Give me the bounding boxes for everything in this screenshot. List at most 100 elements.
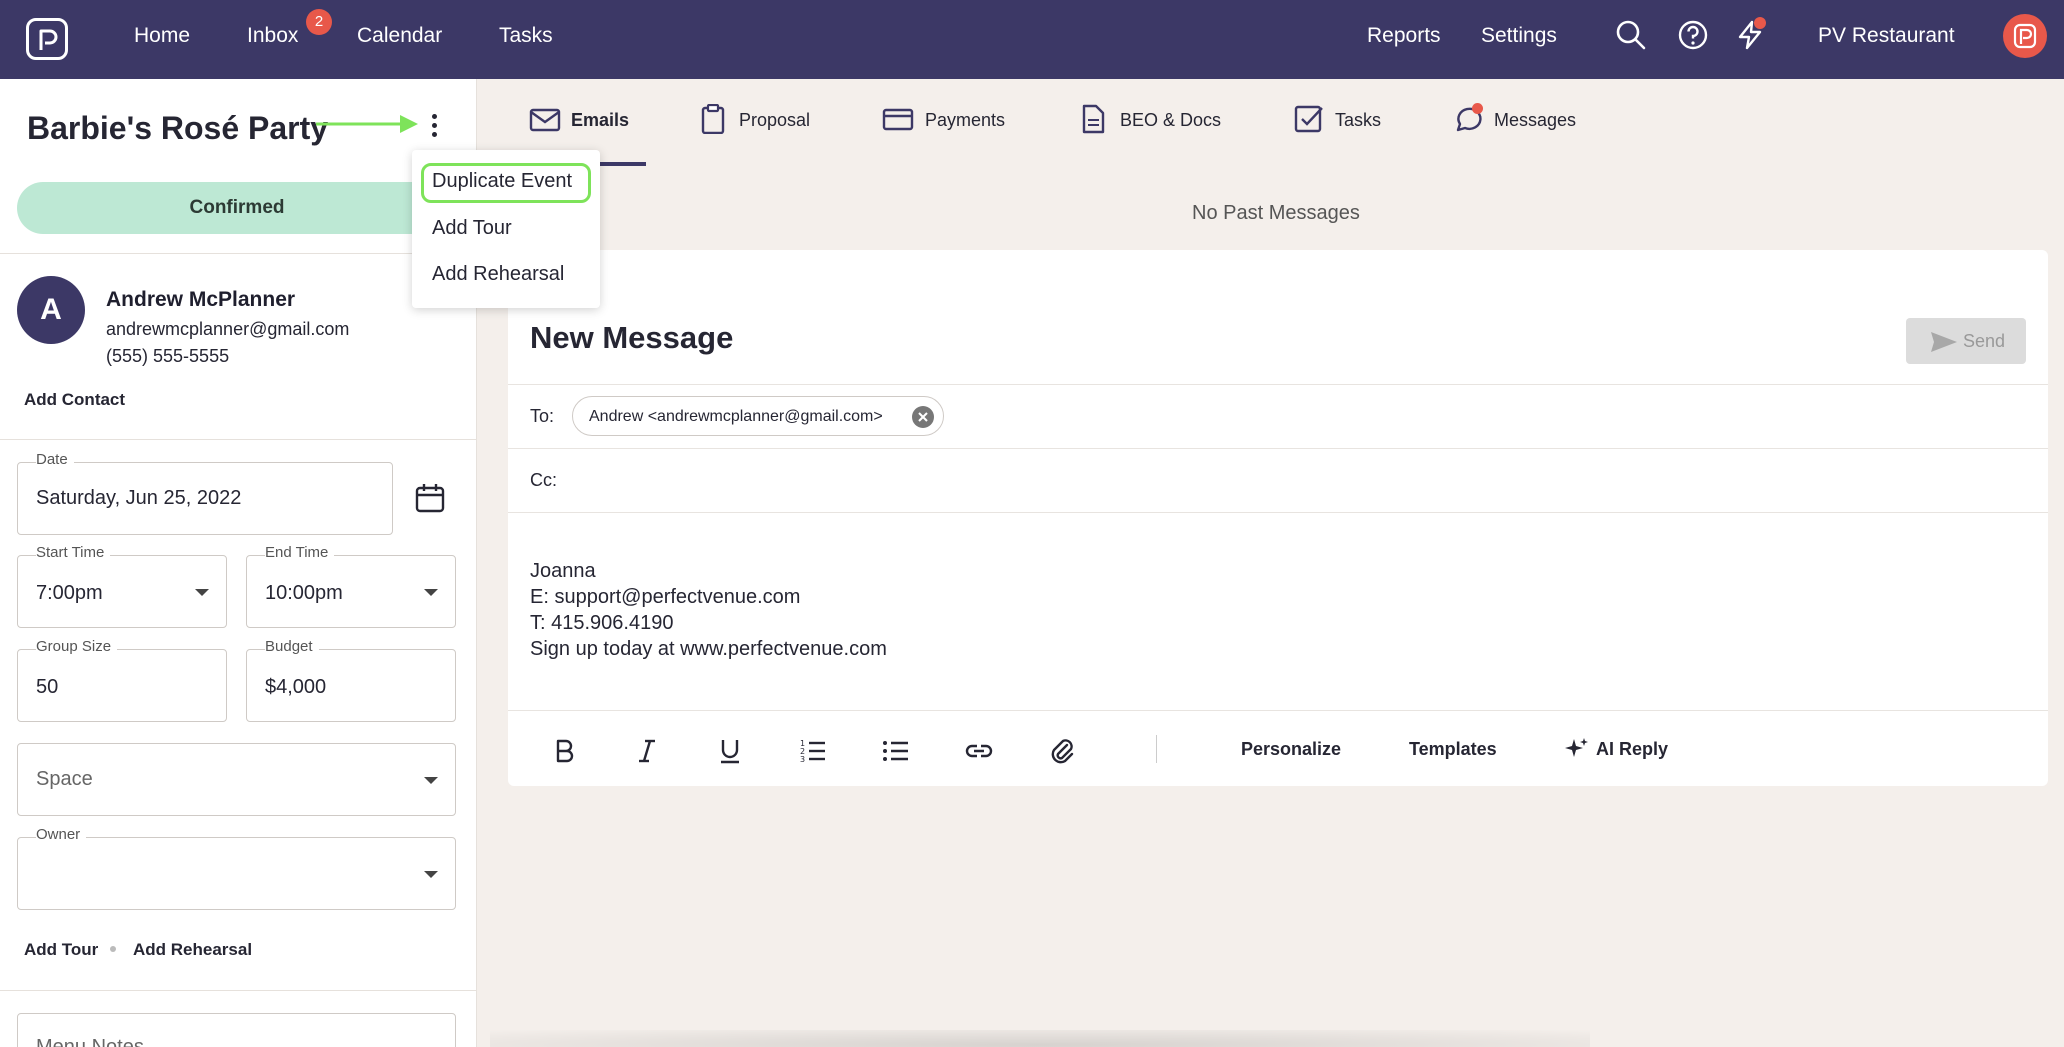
add-tour-link[interactable]: Add Tour: [24, 940, 98, 960]
event-title: Barbie's Rosé Party: [27, 110, 329, 146]
budget-label: Budget: [265, 638, 319, 655]
attachment-icon[interactable]: [1047, 736, 1077, 766]
send-button[interactable]: Send: [1906, 318, 2026, 364]
tab-tasks[interactable]: Tasks: [1335, 110, 1381, 131]
contact-avatar: A: [17, 276, 85, 344]
svg-text:3: 3: [800, 755, 805, 764]
group-size-value: 50: [36, 676, 59, 698]
menu-item-add-rehearsal[interactable]: Add Rehearsal: [432, 263, 564, 286]
compose-card: [508, 250, 2048, 786]
nav-home[interactable]: Home: [134, 24, 190, 48]
highlight-outline: [421, 163, 591, 203]
owner-select[interactable]: Owner: [17, 826, 456, 910]
bold-icon[interactable]: [549, 736, 579, 766]
unread-dot: [1472, 103, 1483, 114]
nav-reports[interactable]: Reports: [1367, 24, 1441, 48]
nav-settings[interactable]: Settings: [1481, 24, 1557, 48]
account-name[interactable]: PV Restaurant: [1818, 24, 1955, 48]
tab-proposal[interactable]: Proposal: [739, 110, 810, 131]
start-time-select[interactable]: Start Time 7:00pm: [17, 544, 227, 628]
date-value: Saturday, Jun 25, 2022: [36, 487, 242, 509]
personalize-button[interactable]: Personalize: [1241, 739, 1341, 760]
owner-label: Owner: [36, 826, 87, 843]
sparkle-icon: [1565, 738, 1588, 757]
signature-line: T: 415.906.4190: [530, 612, 674, 634]
divider: [0, 253, 477, 254]
tab-emails[interactable]: Emails: [571, 110, 629, 131]
start-time-label: Start Time: [36, 544, 111, 561]
remove-recipient-icon[interactable]: [912, 406, 934, 428]
contact-phone: (555) 555-5555: [106, 346, 230, 366]
contact-name[interactable]: Andrew McPlanner: [106, 288, 295, 312]
space-select[interactable]: Space: [17, 743, 456, 816]
divider: [0, 439, 477, 440]
end-time-label: End Time: [265, 544, 335, 561]
bottom-shadow: [490, 1030, 1590, 1047]
nav-calendar[interactable]: Calendar: [357, 24, 442, 48]
chevron-down-icon: [424, 871, 438, 878]
credit-card-icon: [882, 108, 914, 131]
date-field[interactable]: Date Saturday, Jun 25, 2022: [17, 451, 393, 535]
menu-item-add-tour[interactable]: Add Tour: [432, 217, 512, 240]
underline-icon[interactable]: [715, 736, 745, 766]
date-label: Date: [36, 451, 74, 468]
menu-notes-field[interactable]: Menu Notes: [17, 1013, 456, 1047]
toolbar-divider: [1156, 735, 1157, 763]
menu-notes-placeholder: Menu Notes: [36, 1036, 144, 1047]
numbered-list-icon[interactable]: 123: [798, 736, 828, 766]
signature-line: Joanna: [530, 560, 596, 582]
cc-input[interactable]: [575, 458, 2015, 502]
inbox-badge: 2: [306, 9, 332, 35]
end-time-value: 10:00pm: [265, 582, 343, 604]
space-placeholder: Space: [36, 768, 93, 790]
search-icon[interactable]: [1614, 18, 1648, 52]
link-icon[interactable]: [964, 736, 994, 766]
add-contact-link[interactable]: Add Contact: [24, 390, 125, 410]
more-options-icon[interactable]: [420, 110, 448, 144]
end-time-select[interactable]: End Time 10:00pm: [246, 544, 456, 628]
tab-beo-docs[interactable]: BEO & Docs: [1120, 110, 1221, 131]
chevron-down-icon: [424, 589, 438, 596]
templates-button[interactable]: Templates: [1409, 739, 1497, 760]
divider: [508, 710, 2048, 711]
contact-email: andrewmcplanner@gmail.com: [106, 319, 350, 339]
add-rehearsal-link[interactable]: Add Rehearsal: [133, 940, 252, 960]
cc-label: Cc:: [530, 470, 557, 490]
checkbox-icon: [1294, 105, 1323, 133]
recipient-chip[interactable]: Andrew <andrewmcplanner@gmail.com>: [572, 396, 944, 436]
calendar-icon[interactable]: [414, 482, 446, 514]
ai-reply-button[interactable]: AI Reply: [1596, 739, 1668, 760]
signature-line: Sign up today at www.perfectvenue.com: [530, 638, 887, 660]
clipboard-icon: [701, 104, 725, 134]
send-icon: [1931, 332, 1957, 352]
app-logo-icon[interactable]: [26, 18, 68, 60]
bullet-list-icon[interactable]: [881, 736, 911, 766]
italic-icon[interactable]: [632, 736, 662, 766]
no-past-messages: No Past Messages: [1192, 202, 1360, 224]
budget-field[interactable]: Budget $4,000: [246, 638, 456, 722]
group-size-label: Group Size: [36, 638, 118, 655]
chevron-down-icon: [424, 777, 438, 784]
to-label: To:: [530, 406, 555, 426]
message-body[interactable]: Joanna E: support@perfectvenue.com T: 41…: [520, 540, 2030, 700]
tab-messages[interactable]: Messages: [1494, 110, 1576, 131]
help-icon[interactable]: [1676, 18, 1710, 52]
divider: [508, 448, 2048, 449]
document-icon: [1082, 104, 1105, 134]
group-size-field[interactable]: Group Size 50: [17, 638, 227, 722]
status-badge[interactable]: Confirmed: [17, 182, 457, 234]
divider: [508, 512, 2048, 513]
nav-tasks[interactable]: Tasks: [499, 24, 553, 48]
tab-payments[interactable]: Payments: [925, 110, 1005, 131]
account-avatar[interactable]: [2003, 14, 2047, 58]
budget-value: $4,000: [265, 676, 327, 698]
nav-inbox[interactable]: Inbox: [247, 24, 298, 48]
compose-title: New Message: [530, 320, 734, 355]
recipient-chip-label: Andrew <andrewmcplanner@gmail.com>: [589, 408, 883, 425]
divider: [508, 384, 2048, 385]
start-time-value: 7:00pm: [36, 582, 103, 604]
top-nav: Home Inbox 2 Calendar Tasks Reports Sett…: [0, 0, 2064, 79]
divider: [0, 990, 477, 991]
signature-line: E: support@perfectvenue.com: [530, 586, 801, 608]
send-label: Send: [1963, 331, 2006, 351]
